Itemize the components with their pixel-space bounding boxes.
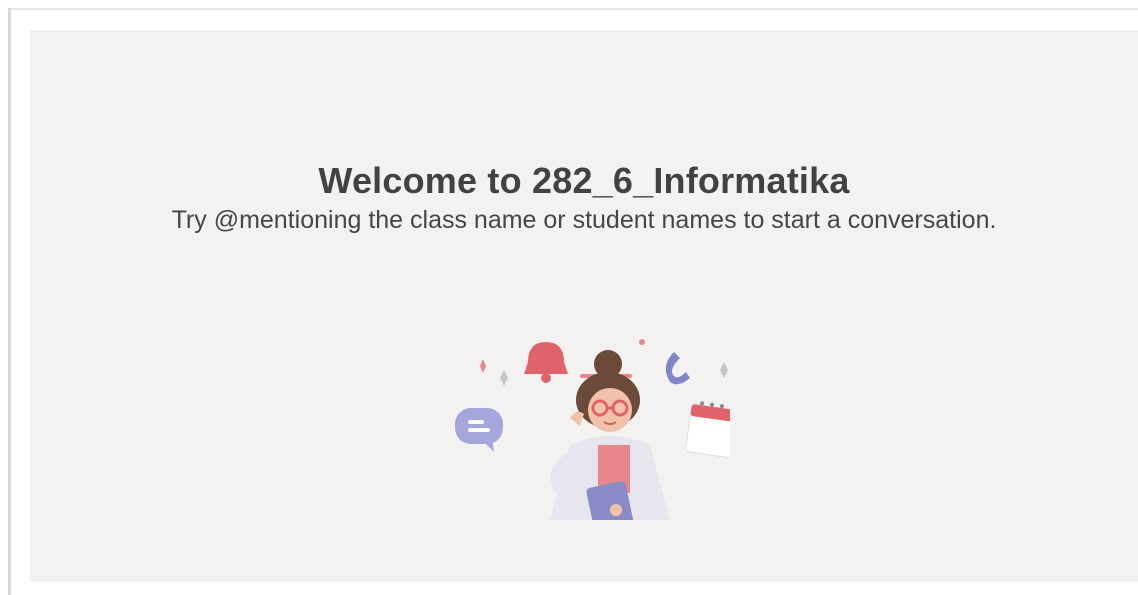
phone-icon xyxy=(665,352,690,385)
window-left-border xyxy=(8,8,11,595)
bell-icon xyxy=(524,342,568,383)
calendar-icon xyxy=(685,401,730,459)
welcome-subtitle: Try @mentioning the class name or studen… xyxy=(171,206,997,234)
window-top-border xyxy=(8,8,1138,10)
welcome-title: Welcome to 282_6_Informatika xyxy=(318,160,850,201)
channel-welcome-panel: Welcome to 282_6_Informatika Try @mentio… xyxy=(30,30,1138,582)
teacher-figure xyxy=(550,350,670,520)
app-window: Welcome to 282_6_Informatika Try @mentio… xyxy=(0,0,1138,595)
chat-bubble-icon xyxy=(455,408,503,452)
welcome-illustration xyxy=(420,300,730,520)
